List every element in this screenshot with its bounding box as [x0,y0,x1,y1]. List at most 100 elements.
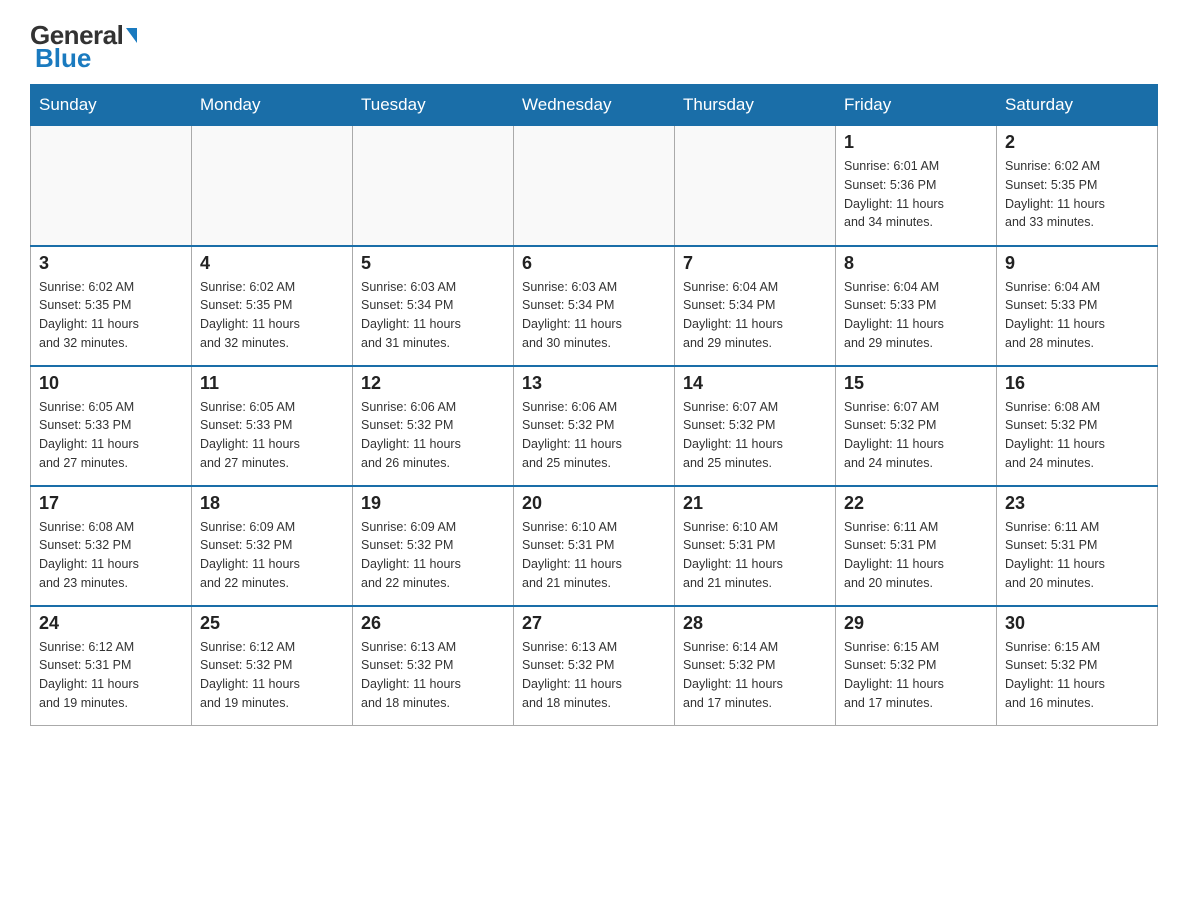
day-info: Sunrise: 6:04 AMSunset: 5:34 PMDaylight:… [683,278,827,353]
day-number: 2 [1005,132,1149,153]
page-header: General Blue [30,20,1158,74]
day-number: 29 [844,613,988,634]
day-number: 14 [683,373,827,394]
day-info: Sunrise: 6:12 AMSunset: 5:32 PMDaylight:… [200,638,344,713]
day-number: 13 [522,373,666,394]
day-info: Sunrise: 6:11 AMSunset: 5:31 PMDaylight:… [844,518,988,593]
day-number: 23 [1005,493,1149,514]
calendar-week-row: 3 Sunrise: 6:02 AMSunset: 5:35 PMDaylight… [31,246,1158,366]
day-number: 8 [844,253,988,274]
day-info: Sunrise: 6:02 AMSunset: 5:35 PMDaylight:… [1005,157,1149,232]
day-info: Sunrise: 6:15 AMSunset: 5:32 PMDaylight:… [1005,638,1149,713]
day-number: 27 [522,613,666,634]
col-header-sunday: Sunday [31,85,192,126]
day-number: 30 [1005,613,1149,634]
calendar-week-row: 17Sunrise: 6:08 AMSunset: 5:32 PMDayligh… [31,486,1158,606]
day-info: Sunrise: 6:05 AMSunset: 5:33 PMDaylight:… [39,398,183,473]
logo: General Blue [30,20,137,74]
calendar-cell: 2 Sunrise: 6:02 AMSunset: 5:35 PMDaylight… [997,126,1158,246]
day-info: Sunrise: 6:08 AMSunset: 5:32 PMDaylight:… [1005,398,1149,473]
day-info: Sunrise: 6:15 AMSunset: 5:32 PMDaylight:… [844,638,988,713]
day-number: 22 [844,493,988,514]
day-info: Sunrise: 6:04 AMSunset: 5:33 PMDaylight:… [1005,278,1149,353]
calendar-cell: 11Sunrise: 6:05 AMSunset: 5:33 PMDayligh… [192,366,353,486]
day-number: 10 [39,373,183,394]
calendar-week-row: 24 Sunrise: 6:12 AMSunset: 5:31 PMDayligh… [31,606,1158,726]
col-header-tuesday: Tuesday [353,85,514,126]
logo-blue-text: Blue [30,43,91,74]
calendar-cell: 30 Sunrise: 6:15 AMSunset: 5:32 PMDayligh… [997,606,1158,726]
day-info: Sunrise: 6:10 AMSunset: 5:31 PMDaylight:… [522,518,666,593]
calendar-cell: 25 Sunrise: 6:12 AMSunset: 5:32 PMDayligh… [192,606,353,726]
calendar-week-row: 10 Sunrise: 6:05 AMSunset: 5:33 PMDayligh… [31,366,1158,486]
calendar-cell: 22 Sunrise: 6:11 AMSunset: 5:31 PMDayligh… [836,486,997,606]
col-header-thursday: Thursday [675,85,836,126]
day-info: Sunrise: 6:11 AMSunset: 5:31 PMDaylight:… [1005,518,1149,593]
calendar-cell: 9 Sunrise: 6:04 AMSunset: 5:33 PMDaylight… [997,246,1158,366]
col-header-monday: Monday [192,85,353,126]
day-info: Sunrise: 6:04 AMSunset: 5:33 PMDaylight:… [844,278,988,353]
day-number: 26 [361,613,505,634]
day-number: 20 [522,493,666,514]
day-number: 4 [200,253,344,274]
calendar-cell [514,126,675,246]
day-number: 16 [1005,373,1149,394]
calendar-cell: 13 Sunrise: 6:06 AMSunset: 5:32 PMDayligh… [514,366,675,486]
logo-triangle-icon [126,28,137,43]
day-info: Sunrise: 6:13 AMSunset: 5:32 PMDaylight:… [361,638,505,713]
calendar-cell: 5 Sunrise: 6:03 AMSunset: 5:34 PMDaylight… [353,246,514,366]
day-number: 21 [683,493,827,514]
day-number: 7 [683,253,827,274]
day-number: 15 [844,373,988,394]
day-number: 17 [39,493,183,514]
day-number: 9 [1005,253,1149,274]
calendar-cell: 6 Sunrise: 6:03 AMSunset: 5:34 PMDaylight… [514,246,675,366]
day-number: 6 [522,253,666,274]
calendar-cell: 8 Sunrise: 6:04 AMSunset: 5:33 PMDaylight… [836,246,997,366]
day-info: Sunrise: 6:06 AMSunset: 5:32 PMDaylight:… [522,398,666,473]
day-info: Sunrise: 6:03 AMSunset: 5:34 PMDaylight:… [522,278,666,353]
day-info: Sunrise: 6:13 AMSunset: 5:32 PMDaylight:… [522,638,666,713]
day-number: 24 [39,613,183,634]
calendar-cell: 12 Sunrise: 6:06 AMSunset: 5:32 PMDayligh… [353,366,514,486]
calendar-cell: 29 Sunrise: 6:15 AMSunset: 5:32 PMDayligh… [836,606,997,726]
calendar-cell [353,126,514,246]
day-number: 11 [200,373,344,394]
day-info: Sunrise: 6:09 AMSunset: 5:32 PMDaylight:… [361,518,505,593]
day-number: 12 [361,373,505,394]
day-info: Sunrise: 6:02 AMSunset: 5:35 PMDaylight:… [39,278,183,353]
calendar-cell: 17Sunrise: 6:08 AMSunset: 5:32 PMDayligh… [31,486,192,606]
calendar-cell: 27 Sunrise: 6:13 AMSunset: 5:32 PMDayligh… [514,606,675,726]
day-info: Sunrise: 6:06 AMSunset: 5:32 PMDaylight:… [361,398,505,473]
calendar-header-row: SundayMondayTuesdayWednesdayThursdayFrid… [31,85,1158,126]
day-info: Sunrise: 6:10 AMSunset: 5:31 PMDaylight:… [683,518,827,593]
day-number: 18 [200,493,344,514]
day-number: 3 [39,253,183,274]
day-number: 1 [844,132,988,153]
day-info: Sunrise: 6:02 AMSunset: 5:35 PMDaylight:… [200,278,344,353]
day-number: 19 [361,493,505,514]
calendar-cell: 1 Sunrise: 6:01 AMSunset: 5:36 PMDaylight… [836,126,997,246]
day-info: Sunrise: 6:07 AMSunset: 5:32 PMDaylight:… [844,398,988,473]
day-number: 25 [200,613,344,634]
calendar-cell [192,126,353,246]
day-info: Sunrise: 6:12 AMSunset: 5:31 PMDaylight:… [39,638,183,713]
col-header-wednesday: Wednesday [514,85,675,126]
calendar-cell: 24 Sunrise: 6:12 AMSunset: 5:31 PMDayligh… [31,606,192,726]
calendar-cell: 23 Sunrise: 6:11 AMSunset: 5:31 PMDayligh… [997,486,1158,606]
calendar-cell [31,126,192,246]
calendar-cell: 15 Sunrise: 6:07 AMSunset: 5:32 PMDayligh… [836,366,997,486]
calendar-cell: 19 Sunrise: 6:09 AMSunset: 5:32 PMDayligh… [353,486,514,606]
day-number: 5 [361,253,505,274]
calendar-cell: 20 Sunrise: 6:10 AMSunset: 5:31 PMDayligh… [514,486,675,606]
calendar-cell: 7 Sunrise: 6:04 AMSunset: 5:34 PMDaylight… [675,246,836,366]
day-info: Sunrise: 6:01 AMSunset: 5:36 PMDaylight:… [844,157,988,232]
calendar-table: SundayMondayTuesdayWednesdayThursdayFrid… [30,84,1158,726]
calendar-cell: 4 Sunrise: 6:02 AMSunset: 5:35 PMDaylight… [192,246,353,366]
col-header-saturday: Saturday [997,85,1158,126]
calendar-week-row: 1 Sunrise: 6:01 AMSunset: 5:36 PMDaylight… [31,126,1158,246]
day-info: Sunrise: 6:14 AMSunset: 5:32 PMDaylight:… [683,638,827,713]
calendar-cell: 3 Sunrise: 6:02 AMSunset: 5:35 PMDaylight… [31,246,192,366]
calendar-cell: 10 Sunrise: 6:05 AMSunset: 5:33 PMDayligh… [31,366,192,486]
day-info: Sunrise: 6:03 AMSunset: 5:34 PMDaylight:… [361,278,505,353]
